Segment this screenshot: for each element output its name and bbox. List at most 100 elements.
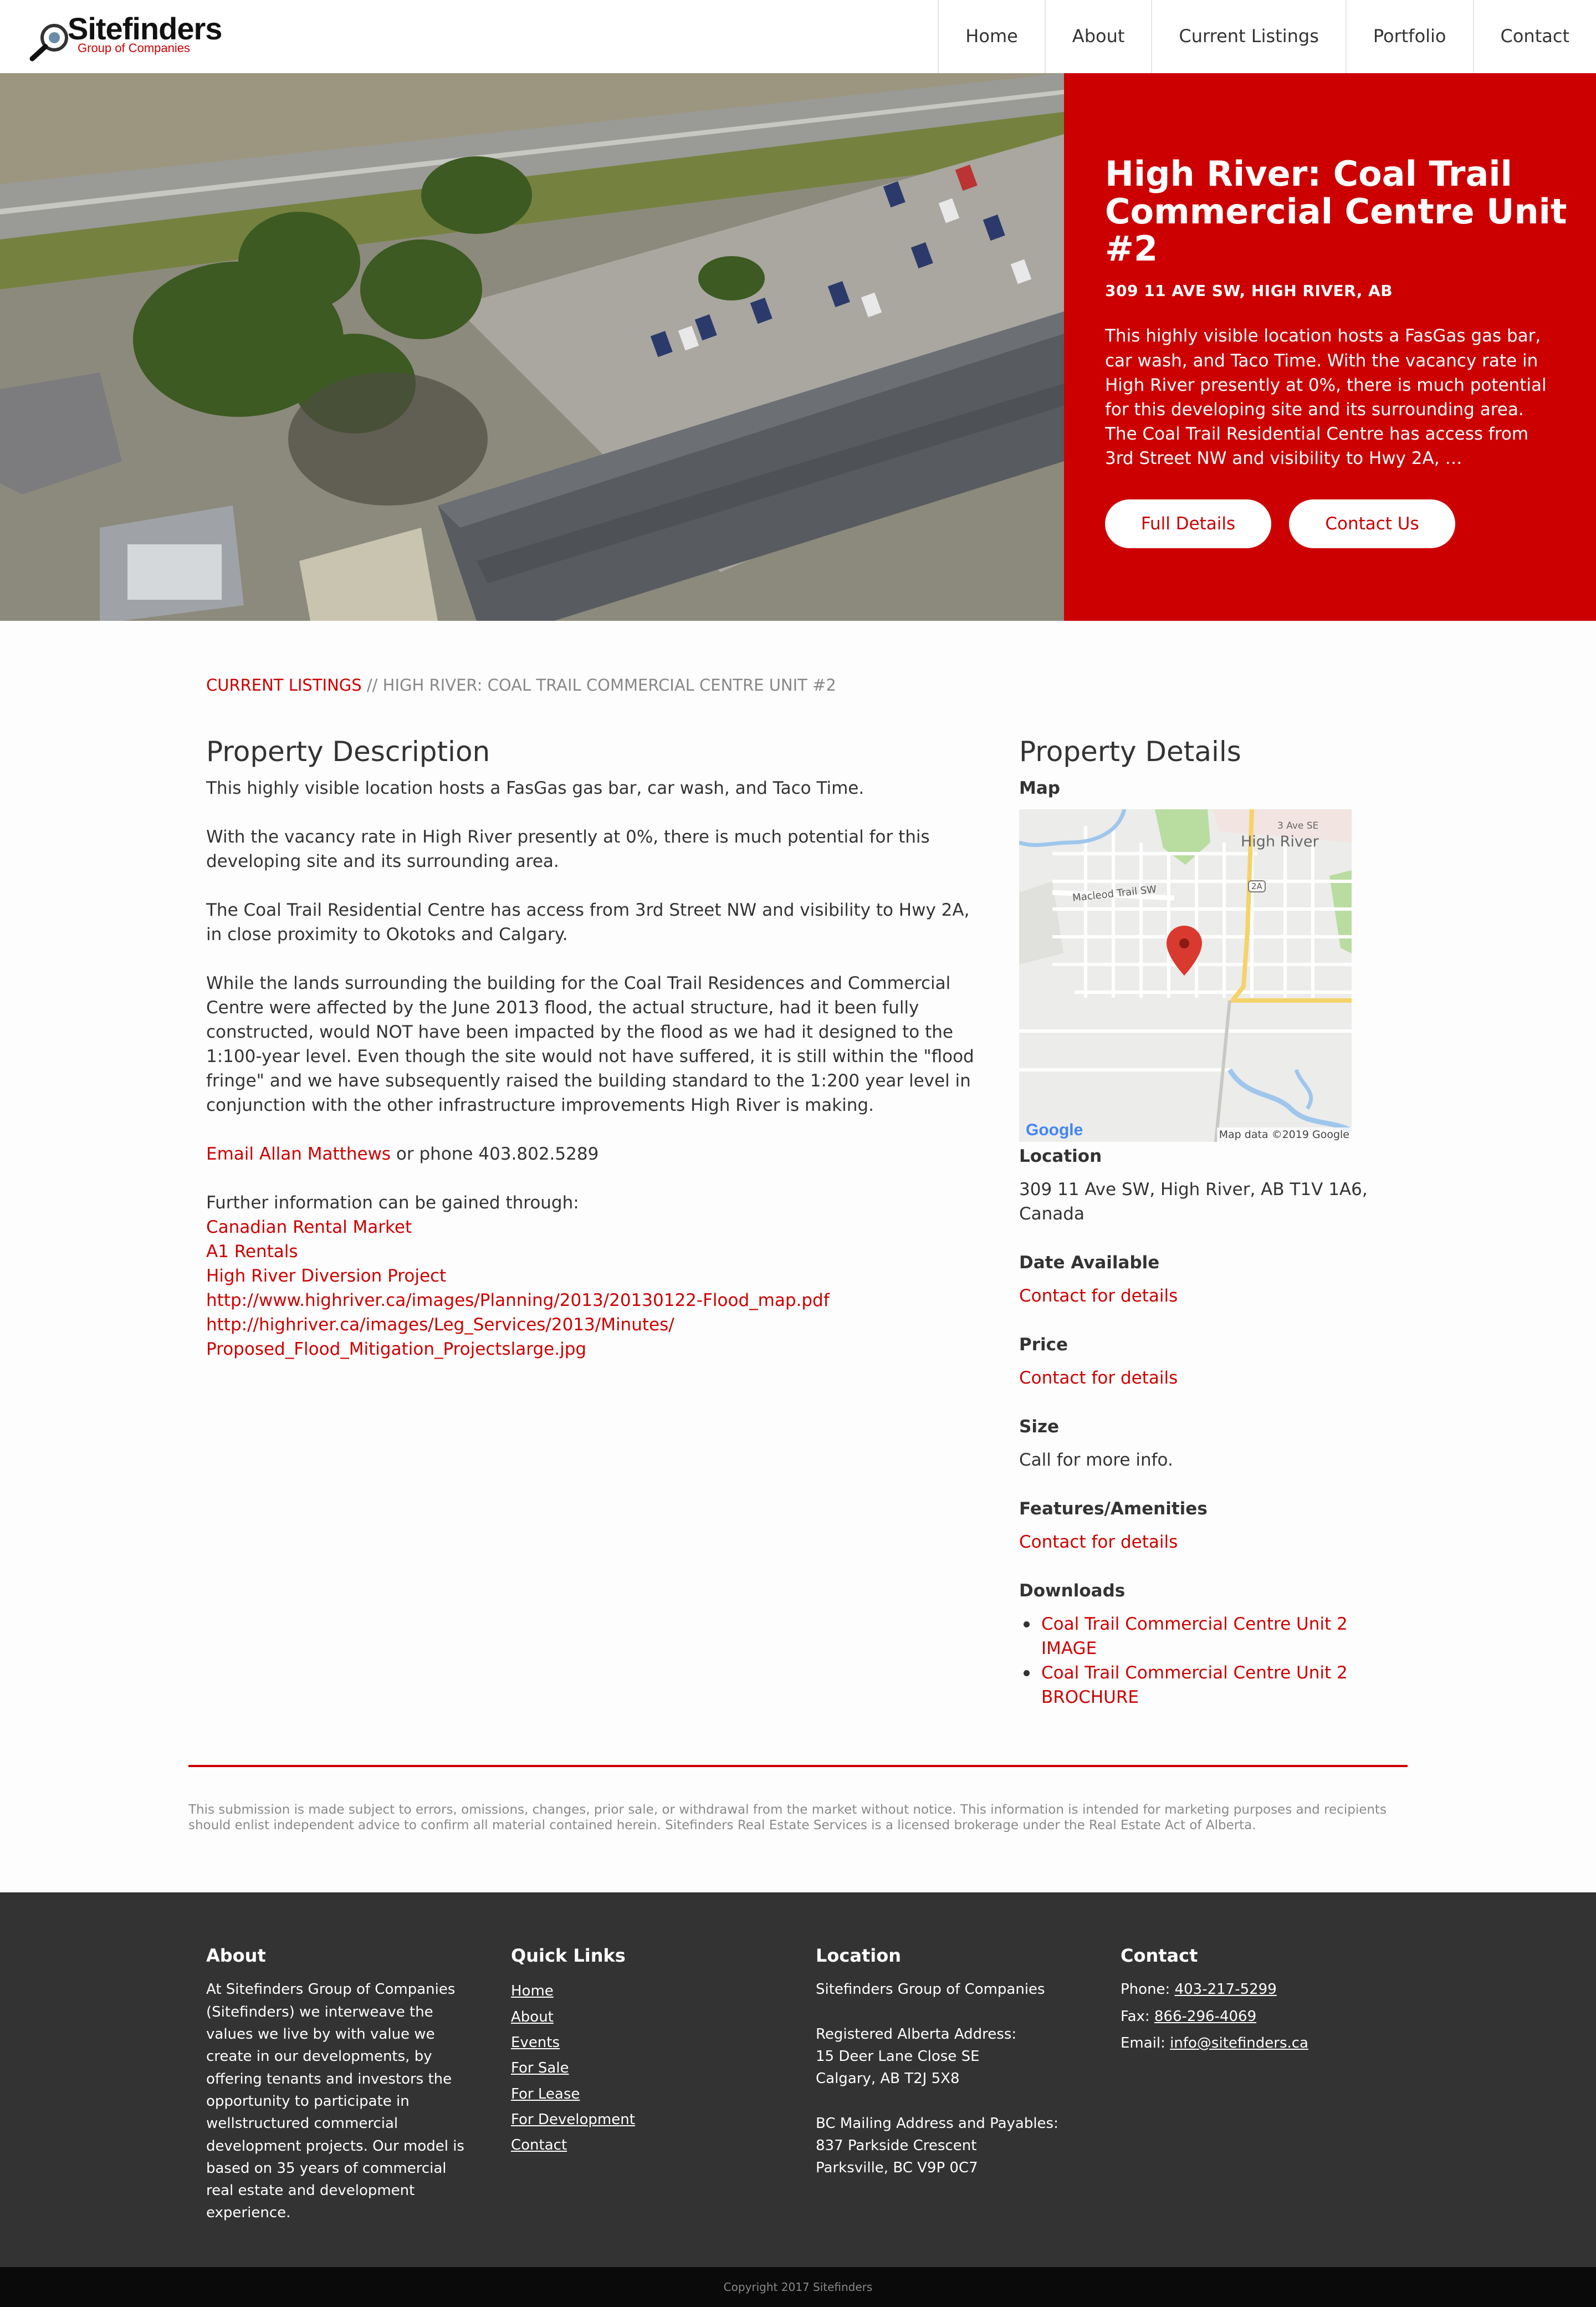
magnifier-logo-icon bbox=[29, 24, 68, 62]
phone-text: or phone 403.802.5289 bbox=[391, 1144, 599, 1165]
footer-phone-link[interactable]: 403-217-5299 bbox=[1175, 1981, 1277, 1998]
footer-about: About At Sitefinders Group of Companies … bbox=[206, 1943, 478, 2224]
footer-alberta-line2: Calgary, AB T2J 5X8 bbox=[816, 2070, 960, 2087]
footer-about-text: At Sitefinders Group of Companies (Sitef… bbox=[206, 1981, 464, 2222]
price-link[interactable]: Contact for details bbox=[1019, 1366, 1396, 1390]
footer-phone-label: Phone: bbox=[1121, 1981, 1175, 1998]
map-label: Map bbox=[1019, 778, 1060, 798]
nav-portfolio[interactable]: Portfolio bbox=[1345, 0, 1473, 73]
contact-us-button[interactable]: Contact Us bbox=[1289, 499, 1455, 548]
breadcrumb-current-page: HIGH RIVER: COAL TRAIL COMMERCIAL CENTRE… bbox=[382, 676, 836, 695]
disclaimer: This submission is made subject to error… bbox=[188, 1803, 1387, 1833]
listing-address: 309 11 AVE SW, HIGH RIVER, AB bbox=[1105, 281, 1393, 300]
date-available-label: Date Available bbox=[1019, 1253, 1160, 1273]
link-high-river-diversion-project[interactable]: High River Diversion Project bbox=[206, 1264, 976, 1288]
nav-contact[interactable]: Contact bbox=[1472, 0, 1596, 73]
map-attribution: Map data ©2019 Google bbox=[1216, 1127, 1352, 1142]
link-flood-mitigation-projects-jpg[interactable]: http://highriver.ca/images/Leg_Services/… bbox=[206, 1313, 976, 1361]
breadcrumb-separator: // bbox=[361, 676, 383, 695]
google-logo: Google bbox=[1026, 1121, 1083, 1140]
footer-alberta-line1: 15 Deer Lane Close SE bbox=[816, 2048, 980, 2065]
hero-info-panel: High River: Coal Trail Commercial Centre… bbox=[1064, 73, 1596, 621]
description-paragraph: With the vacancy rate in High River pres… bbox=[206, 827, 930, 872]
footer-link-about[interactable]: About bbox=[511, 2004, 788, 2030]
date-available-link[interactable]: Contact for details bbox=[1019, 1284, 1396, 1308]
location-value: 309 11 Ave SW, High River, AB T1V 1A6, C… bbox=[1019, 1180, 1368, 1224]
footer-location-title: Location bbox=[816, 1945, 901, 1966]
footer-link-events[interactable]: Events bbox=[511, 2030, 788, 2055]
size-value: Call for more info. bbox=[1019, 1450, 1173, 1471]
site-logo[interactable]: Sitefinders Group of Companies bbox=[29, 12, 222, 62]
description-paragraph: The Coal Trail Residential Centre has ac… bbox=[206, 900, 970, 945]
footer-link-for-sale[interactable]: For Sale bbox=[511, 2055, 788, 2081]
aerial-property-photo bbox=[0, 73, 1064, 621]
nav-current-listings[interactable]: Current Listings bbox=[1151, 0, 1345, 73]
further-info-text: Further information can be gained throug… bbox=[206, 1193, 579, 1213]
footer-bc-line1: 837 Parkside Crescent bbox=[816, 2137, 977, 2154]
highway-2a-shield-icon: 2A bbox=[1248, 880, 1266, 893]
site-footer: About At Sitefinders Group of Companies … bbox=[0, 1892, 1596, 2267]
hero-section: High River: Coal Trail Commercial Centre… bbox=[0, 73, 1596, 621]
link-a1-rentals[interactable]: A1 Rentals bbox=[206, 1239, 976, 1264]
footer-link-home[interactable]: Home bbox=[511, 1978, 788, 2004]
footer-quick-links-title: Quick Links bbox=[511, 1945, 626, 1966]
description-paragraph: While the lands surrounding the building… bbox=[206, 973, 974, 1116]
footer-email-label: Email: bbox=[1121, 2035, 1170, 2052]
site-header: Sitefinders Group of Companies Home Abou… bbox=[0, 0, 1596, 73]
footer-fax-label: Fax: bbox=[1121, 2008, 1154, 2025]
footer-fax-link[interactable]: 866-296-4069 bbox=[1154, 2008, 1256, 2025]
footer-email-link[interactable]: info@sitefinders.ca bbox=[1170, 2035, 1308, 2051]
features-link[interactable]: Contact for details bbox=[1019, 1530, 1396, 1554]
nav-home[interactable]: Home bbox=[938, 0, 1045, 73]
link-canadian-rental-market[interactable]: Canadian Rental Market bbox=[206, 1215, 976, 1239]
download-brochure-link[interactable]: Coal Trail Commercial Centre Unit 2 BROC… bbox=[1041, 1663, 1348, 1707]
contact-line: Email Allan Matthews or phone 403.802.52… bbox=[206, 1142, 976, 1166]
breadcrumb: CURRENT LISTINGS // HIGH RIVER: COAL TRA… bbox=[206, 674, 836, 697]
footer-email-line: Email: info@sitefinders.ca bbox=[1121, 2032, 1398, 2054]
email-allan-link[interactable]: Email Allan Matthews bbox=[206, 1144, 391, 1164]
hero-buttons: Full Details Contact Us bbox=[1105, 499, 1574, 548]
footer-about-title: About bbox=[206, 1945, 266, 1966]
description-paragraph: This highly visible location hosts a Fas… bbox=[206, 778, 864, 798]
footer-alberta-heading: Registered Alberta Address: bbox=[816, 2025, 1017, 2043]
footer-contact: Contact Phone: 403-217-5299 Fax: 866-296… bbox=[1121, 1943, 1398, 2054]
logo-subtitle: Group of Companies bbox=[78, 41, 190, 55]
main-nav: Home About Current Listings Portfolio Co… bbox=[938, 0, 1596, 73]
footer-bc-heading: BC Mailing Address and Payables: bbox=[816, 2115, 1058, 2132]
footer-quick-links: Quick Links Home About Events For Sale F… bbox=[511, 1943, 788, 2158]
full-details-button[interactable]: Full Details bbox=[1105, 499, 1271, 548]
listing-summary: This highly visible location hosts a Fas… bbox=[1105, 326, 1547, 468]
footer-link-contact[interactable]: Contact bbox=[511, 2132, 788, 2158]
further-info-links: Canadian Rental Market A1 Rentals High R… bbox=[206, 1215, 976, 1361]
size-label: Size bbox=[1019, 1417, 1060, 1437]
property-details-section: Property Details Map High River 3 Ave SE… bbox=[1019, 735, 1396, 1709]
footer-contact-title: Contact bbox=[1121, 1945, 1198, 1966]
property-details-title: Property Details bbox=[1019, 736, 1241, 768]
divider bbox=[188, 1765, 1408, 1767]
map-street-label: 3 Ave SE bbox=[1277, 820, 1319, 832]
download-image-link[interactable]: Coal Trail Commercial Centre Unit 2 IMAG… bbox=[1041, 1614, 1348, 1658]
download-item: Coal Trail Commercial Centre Unit 2 IMAG… bbox=[1019, 1612, 1396, 1661]
copyright-bar: Copyright 2017 Sitefinders bbox=[0, 2267, 1596, 2307]
location-map[interactable]: High River 3 Ave SE Macleod Trail SW 2A … bbox=[1019, 809, 1352, 1142]
footer-bc-line2: Parksville, BC V9P 0C7 bbox=[816, 2160, 978, 2177]
footer-link-for-lease[interactable]: For Lease bbox=[511, 2081, 788, 2107]
footer-company-name: Sitefinders Group of Companies bbox=[816, 1981, 1045, 1998]
downloads-list: Coal Trail Commercial Centre Unit 2 IMAG… bbox=[1019, 1612, 1396, 1709]
property-description-title: Property Description bbox=[206, 736, 490, 768]
nav-about[interactable]: About bbox=[1044, 0, 1152, 73]
property-description-section: Property Description This highly visible… bbox=[206, 735, 976, 1361]
link-flood-map-pdf[interactable]: http://www.highriver.ca/images/Planning/… bbox=[206, 1288, 976, 1313]
footer-phone-line: Phone: 403-217-5299 bbox=[1121, 1978, 1398, 2000]
listing-title: High River: Coal Trail Commercial Centre… bbox=[1105, 154, 1567, 269]
footer-link-for-development[interactable]: For Development bbox=[511, 2107, 788, 2132]
features-label: Features/Amenities bbox=[1019, 1499, 1208, 1519]
footer-fax-line: Fax: 866-296-4069 bbox=[1121, 2005, 1398, 2028]
price-label: Price bbox=[1019, 1335, 1068, 1355]
download-item: Coal Trail Commercial Centre Unit 2 BROC… bbox=[1019, 1661, 1396, 1709]
breadcrumb-current-listings-link[interactable]: CURRENT LISTINGS bbox=[206, 676, 362, 695]
map-town-label: High River bbox=[1241, 833, 1319, 851]
downloads-label: Downloads bbox=[1019, 1581, 1126, 1601]
location-label: Location bbox=[1019, 1146, 1102, 1167]
footer-location: Location Sitefinders Group of Companies … bbox=[816, 1943, 1093, 2180]
